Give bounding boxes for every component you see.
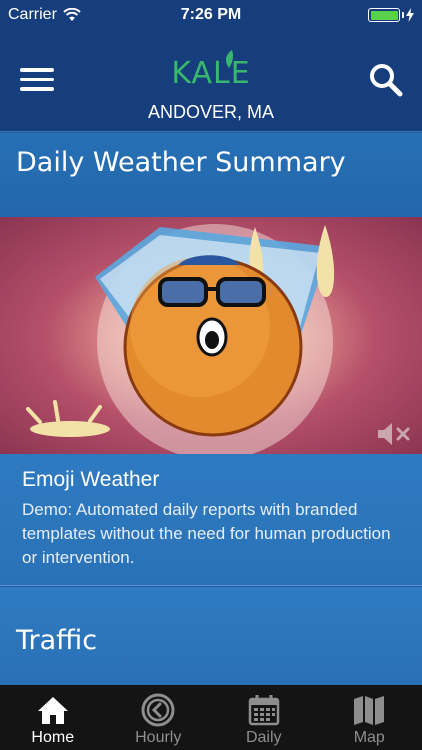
battery-icon bbox=[368, 8, 400, 22]
video-card-info[interactable]: Emoji Weather Demo: Automated daily repo… bbox=[0, 454, 422, 586]
status-left: Carrier bbox=[8, 6, 81, 24]
tab-home[interactable]: Home bbox=[0, 685, 106, 750]
tab-daily[interactable]: Daily bbox=[211, 685, 317, 750]
wifi-icon bbox=[63, 8, 81, 21]
emoji-weather-thumbnail bbox=[26, 224, 335, 454]
app-header: KALE ANDOVER, MA bbox=[0, 30, 422, 132]
section-title: Traffic bbox=[16, 625, 98, 656]
clock-icon bbox=[141, 693, 175, 727]
charging-bolt-icon bbox=[406, 8, 414, 22]
tab-bar: Home Hourly Daily Map bbox=[0, 685, 422, 750]
mute-icon[interactable] bbox=[376, 422, 414, 446]
video-player[interactable] bbox=[0, 217, 422, 454]
battery-fill bbox=[370, 10, 398, 20]
battery-tip bbox=[402, 12, 404, 18]
video-description: Demo: Automated daily reports with brand… bbox=[22, 500, 391, 567]
tab-label: Map bbox=[353, 729, 385, 746]
map-icon bbox=[353, 693, 385, 727]
home-icon bbox=[37, 693, 69, 727]
battery-indicator bbox=[368, 8, 414, 22]
tab-label: Daily bbox=[245, 729, 282, 746]
status-bar: Carrier 7:26 PM bbox=[0, 0, 422, 30]
tab-label: Home bbox=[31, 729, 75, 746]
traffic-header: Traffic bbox=[0, 587, 422, 685]
leaf-icon bbox=[225, 50, 233, 68]
tab-map[interactable]: Map bbox=[317, 685, 422, 750]
app-logo: KALE bbox=[171, 56, 251, 91]
carrier-label: Carrier bbox=[8, 6, 57, 23]
location-label: ANDOVER, MA bbox=[147, 102, 275, 122]
daily-summary-header: Daily Weather Summary bbox=[0, 133, 422, 217]
tab-hourly[interactable]: Hourly bbox=[106, 685, 212, 750]
search-icon[interactable] bbox=[368, 62, 404, 98]
tab-label: Hourly bbox=[135, 729, 182, 746]
calendar-icon bbox=[248, 693, 280, 727]
section-title: Daily Weather Summary bbox=[16, 147, 346, 178]
video-title: Emoji Weather bbox=[22, 468, 160, 491]
